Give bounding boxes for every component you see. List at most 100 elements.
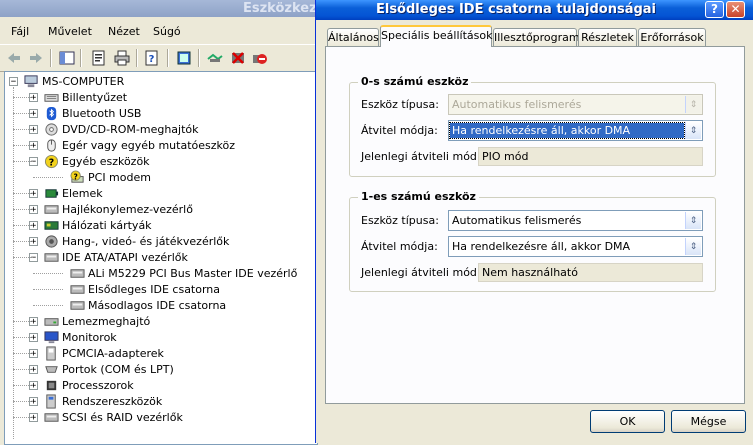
device1-mode-label: Átvitel módja: [361, 240, 438, 253]
toolbar-separator [198, 49, 200, 67]
chevron-updown-icon: ⇕ [685, 96, 701, 113]
tree-node[interactable]: Egér vagy egyéb mutatóeszköz [43, 137, 235, 153]
tree-node[interactable]: DVD/CD-ROM-meghajtók [43, 121, 199, 137]
device0-current-field: PIO mód [478, 147, 703, 166]
svg-text:?: ? [48, 157, 53, 168]
help-button[interactable]: ? [143, 49, 161, 67]
controller-icon [43, 409, 59, 425]
tree-connector [13, 321, 33, 322]
speaker-icon [43, 233, 59, 249]
tree-node[interactable]: Másodlagos IDE csatorna [69, 297, 226, 313]
toolbar: ? [0, 44, 320, 72]
device0-group-title: 0-s számú eszköz [358, 75, 472, 88]
tree-connector [13, 145, 33, 146]
back-button[interactable] [5, 49, 23, 67]
tree-node[interactable]: Lemezmeghajtó [43, 313, 150, 329]
tree-node[interactable]: Processzorok [43, 377, 134, 393]
device0-type-value: Automatikus felismerés [452, 98, 582, 111]
tree-connector [13, 161, 33, 162]
toolbar-separator [50, 49, 52, 67]
processor-icon [43, 377, 59, 393]
device1-type-label: Eszköz típusa: [361, 214, 439, 227]
properties-button[interactable] [90, 49, 108, 67]
device0-mode-select[interactable]: Ha rendelkezésre áll, akkor DMA ⇕ [448, 120, 703, 141]
tab-advanced-settings[interactable]: Speciális beállítások [380, 25, 492, 47]
mouse-icon [43, 137, 59, 153]
network-card-icon [43, 217, 59, 233]
cancel-button[interactable]: Mégse [671, 410, 746, 433]
tree-node[interactable]: MS-COMPUTER [23, 73, 124, 89]
tree-node[interactable]: Rendszereszközök [43, 393, 162, 409]
tree-node-label: Egyéb eszközök [62, 154, 150, 168]
update-driver-button[interactable] [206, 49, 224, 67]
tree-node[interactable]: Elemek [43, 185, 103, 201]
tree-node[interactable]: Monitorok [43, 329, 117, 345]
controller-icon [69, 297, 85, 313]
tree-node[interactable]: ? PCI modem [69, 169, 151, 185]
tree-node[interactable]: PCMCIA-adapterek [43, 345, 164, 361]
tree-node[interactable]: Portok (COM és LPT) [43, 361, 174, 377]
menu-help[interactable]: Súgó [153, 25, 181, 38]
tree-node[interactable]: Bluetooth USB [43, 105, 141, 121]
tree-node[interactable]: Hang-, videó- és játékvezérlők [43, 233, 229, 249]
tree-node-label: Rendszereszközök [62, 394, 163, 408]
tree-connector [33, 305, 63, 306]
menu-file[interactable]: Fájl [11, 25, 29, 38]
tree-node[interactable]: Hálózati kártyák [43, 217, 152, 233]
tab-general[interactable]: Általános [327, 28, 379, 46]
tree-node-label: ALi M5229 PCI Bus Master IDE vezérlő [88, 266, 298, 280]
tree-node-label: DVD/CD-ROM-meghajtók [62, 122, 199, 136]
device0-type-select[interactable]: Automatikus felismerés ⇕ [448, 94, 703, 115]
close-icon: ✕ [730, 2, 741, 16]
tree-connector [13, 337, 33, 338]
tab-resources[interactable]: Erőforrások [638, 28, 706, 46]
disable-icon [253, 54, 267, 64]
device1-current-label: Jelenlegi átviteli mód: [361, 266, 481, 279]
toolbar-separator [80, 49, 82, 67]
device-tree[interactable]: MS-COMPUTER − Billentyűzet + Bluetooth USB + D… [4, 71, 318, 445]
tab-details[interactable]: Részletek [578, 28, 637, 46]
tree-connector [13, 401, 33, 402]
collapse-icon[interactable]: − [9, 77, 18, 87]
tree-node-label: Elsődleges IDE csatorna [88, 282, 221, 296]
uninstall-icon [232, 52, 244, 64]
scan-hardware-button[interactable] [175, 49, 193, 67]
ok-button[interactable]: OK [590, 410, 665, 433]
help-icon: ? [145, 50, 158, 66]
tree-connector [33, 289, 63, 290]
tree-node-label: SCSI és RAID vezérlők [62, 410, 183, 424]
device0-mode-value: Ha rendelkezésre áll, akkor DMA [449, 122, 685, 139]
menu-action[interactable]: Művelet [48, 25, 92, 38]
tree-connector [33, 177, 63, 178]
tree-node-label: Hajlékonylemez-vezérlő [62, 202, 193, 216]
device1-mode-select[interactable]: Ha rendelkezésre áll, akkor DMA ⇕ [448, 236, 703, 257]
port-icon [43, 361, 59, 377]
tree-node[interactable]: Hajlékonylemez-vezérlő [43, 201, 193, 217]
device-manager-titlebar[interactable]: Eszközkezel [0, 0, 330, 17]
print-button[interactable] [113, 49, 131, 67]
device0-type-label: Eszköz típusa: [361, 98, 439, 111]
disk-icon [43, 313, 59, 329]
chevron-updown-icon: ⇕ [685, 212, 701, 229]
tree-node[interactable]: ? Egyéb eszközök [43, 153, 150, 169]
tree-node[interactable]: Billentyűzet [43, 89, 127, 105]
bluetooth-icon [43, 105, 59, 121]
tree-node[interactable]: SCSI és RAID vezérlők [43, 409, 183, 425]
disable-button[interactable] [251, 49, 269, 67]
menu-view[interactable]: Nézet [108, 25, 140, 38]
tree-node[interactable]: ALi M5229 PCI Bus Master IDE vezérlő [69, 265, 297, 281]
device1-type-select[interactable]: Automatikus felismerés ⇕ [448, 210, 703, 231]
title-help-button[interactable]: ? [705, 1, 724, 18]
system-device-icon [43, 393, 59, 409]
cd-drive-icon [43, 121, 59, 137]
tree-connector [13, 385, 33, 386]
dialog-titlebar[interactable]: Elsődleges IDE csatorna tulajdonságai ? … [316, 0, 753, 20]
tree-node[interactable]: IDE ATA/ATAPI vezérlők [43, 249, 188, 265]
tree-node[interactable]: Elsődleges IDE csatorna [69, 281, 220, 297]
tab-driver[interactable]: Illesztőprogram [493, 28, 580, 46]
title-close-button[interactable]: ✕ [726, 1, 745, 18]
uninstall-button[interactable] [229, 49, 247, 67]
keyboard-icon [43, 89, 59, 105]
show-hide-tree-button[interactable] [58, 49, 76, 67]
forward-button[interactable] [27, 49, 45, 67]
